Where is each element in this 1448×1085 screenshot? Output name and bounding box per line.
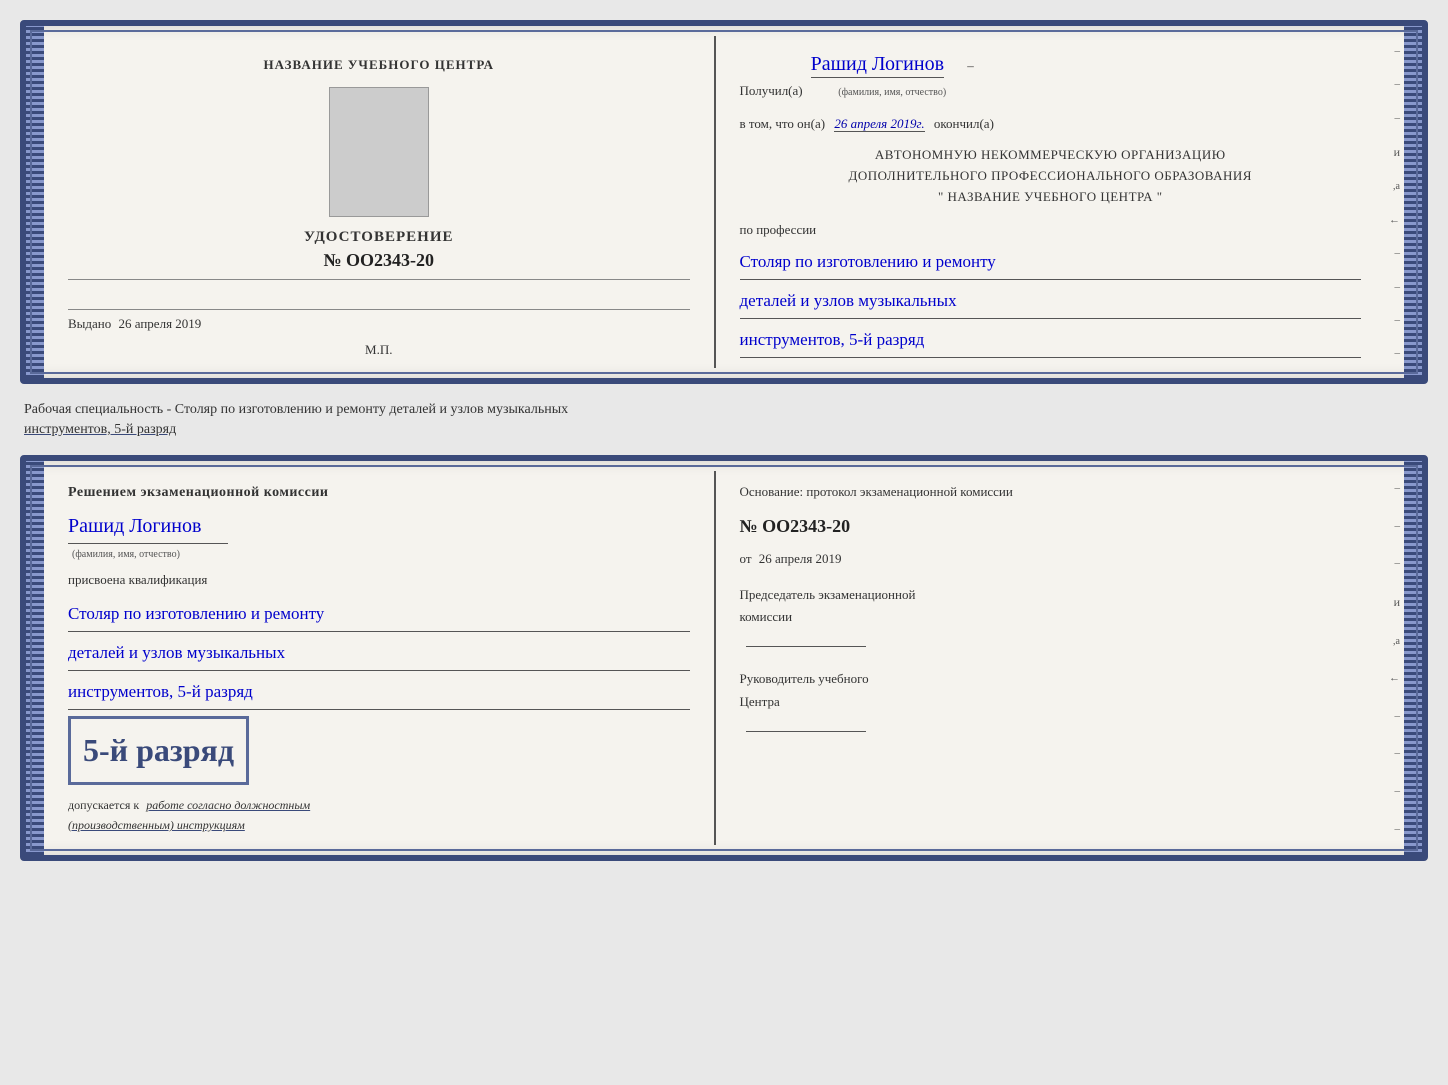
person-name-bot: Рашид Логинов (68, 509, 228, 544)
fio-label-top: (фамилия, имя, отчество) (811, 84, 974, 102)
grade-number: 5-й разряд (83, 732, 234, 768)
right-decorative-strip (1404, 26, 1422, 378)
date-prefix: в том, что он(а) (740, 116, 826, 131)
org-block: АВТОНОМНУЮ НЕКОММЕРЧЕСКУЮ ОРГАНИЗАЦИЮ ДО… (740, 145, 1362, 207)
profession-line1: Столяр по изготовлению и ремонту (740, 245, 1362, 280)
commission-decision: Решением экзаменационной комиссии (68, 481, 690, 505)
bot-profession-line1: Столяр по изготовлению и ремонту (68, 597, 690, 632)
chairman-signature-line (746, 646, 866, 647)
allowed-italic2: (производственным) инструкциям (68, 818, 245, 832)
date-handwritten: 26 апреля 2019г. (834, 116, 924, 132)
center-head-label: Руководитель учебного Центра (740, 668, 1362, 712)
bottom-cert-right-panel: Основание: протокол экзаменационной коми… (716, 461, 1386, 855)
specialty-main-text: Рабочая специальность - Столяр по изгото… (24, 402, 568, 417)
center-head-signature-line (746, 731, 866, 732)
fio-label-bot: (фамилия, имя, отчество) (72, 546, 690, 563)
bottom-certificate: Решением экзаменационной комиссии Рашид … (20, 455, 1428, 861)
top-cert-right-panel: Получил(а) Рашид Логинов – (фамилия, имя… (716, 26, 1386, 378)
allowed-text1: допускается к (68, 798, 139, 812)
protocol-title: Основание: протокол экзаменационной коми… (740, 481, 1362, 503)
bot-profession-line3: инструментов, 5-й разряд (68, 675, 690, 710)
profession-line2: деталей и узлов музыкальных (740, 284, 1362, 319)
org-line2: ДОПОЛНИТЕЛЬНОГО ПРОФЕССИОНАЛЬНОГО ОБРАЗО… (740, 166, 1362, 187)
top-cert-left-panel: НАЗВАНИЕ УЧЕБНОГО ЦЕНТРА УДОСТОВЕРЕНИЕ №… (44, 26, 714, 378)
bottom-right-edge-dashes: – – – и ,а ← – – – – (1385, 461, 1404, 855)
from-label: от (740, 551, 752, 566)
udostoverenie-title: УДОСТОВЕРЕНИЕ (304, 229, 454, 246)
cert-number-top: № OO2343-20 (304, 250, 454, 271)
bottom-left-strip (26, 461, 44, 855)
bot-profession-line2: деталей и узлов музыкальных (68, 636, 690, 671)
org-line1: АВТОНОМНУЮ НЕКОММЕРЧЕСКУЮ ОРГАНИЗАЦИЮ (740, 145, 1362, 166)
issued-label: Выдано (68, 316, 111, 331)
org-line3: " НАЗВАНИЕ УЧЕБНОГО ЦЕНТРА " (740, 187, 1362, 208)
grade-box: 5-й разряд (68, 716, 249, 784)
recipient-name: Рашид Логинов (811, 53, 944, 78)
bottom-cert-left-panel: Решением экзаменационной комиссии Рашид … (44, 461, 714, 855)
from-date-value: 26 апреля 2019 (759, 551, 842, 566)
top-certificate: НАЗВАНИЕ УЧЕБНОГО ЦЕНТРА УДОСТОВЕРЕНИЕ №… (20, 20, 1428, 384)
specialty-text-block: Рабочая специальность - Столяр по изгото… (20, 392, 1428, 447)
allowed-italic: работе согласно должностным (146, 798, 310, 812)
photo-placeholder (329, 87, 429, 217)
recipient-line: Получил(а) Рашид Логинов – (фамилия, имя… (740, 46, 1362, 102)
recipient-label: Получил(а) (740, 79, 803, 102)
left-decorative-strip (26, 26, 44, 378)
chairman-block: Председатель экзаменационной комиссии (740, 584, 1362, 654)
chairman-label: Председатель экзаменационной комиссии (740, 584, 1362, 628)
recipient-name-block: Рашид Логинов – (фамилия, имя, отчество) (811, 46, 974, 102)
date-line: в том, что он(а) 26 апреля 2019г. окончи… (740, 112, 1362, 135)
page-wrapper: НАЗВАНИЕ УЧЕБНОГО ЦЕНТРА УДОСТОВЕРЕНИЕ №… (20, 20, 1428, 861)
protocol-number: № OO2343-20 (740, 511, 1362, 542)
center-head-block: Руководитель учебного Центра (740, 668, 1362, 738)
date-suffix: окончил(а) (934, 116, 994, 131)
issued-line: Выдано 26 апреля 2019 (68, 309, 690, 332)
profession-label: по профессии (740, 218, 1362, 241)
allowed-block: допускается к работе согласно должностны… (68, 795, 690, 836)
person-name-block-bot: Рашид Логинов (фамилия, имя, отчество) (68, 509, 690, 563)
right-edge-dashes: – – – и ,а ← – – – – (1385, 26, 1404, 378)
assigned-label: присвоена квалификация (68, 569, 690, 591)
school-name-top: НАЗВАНИЕ УЧЕБНОГО ЦЕНТРА (263, 56, 494, 74)
specialty-underlined-text: инструментов, 5-й разряд (24, 422, 176, 437)
issued-date: 26 апреля 2019 (119, 316, 202, 331)
mp-line: М.П. (365, 342, 392, 358)
udostoverenie-block: УДОСТОВЕРЕНИЕ № OO2343-20 (304, 229, 454, 271)
from-date-block: от 26 апреля 2019 (740, 548, 1362, 570)
bottom-right-strip (1404, 461, 1422, 855)
profession-line3: инструментов, 5-й разряд (740, 323, 1362, 358)
